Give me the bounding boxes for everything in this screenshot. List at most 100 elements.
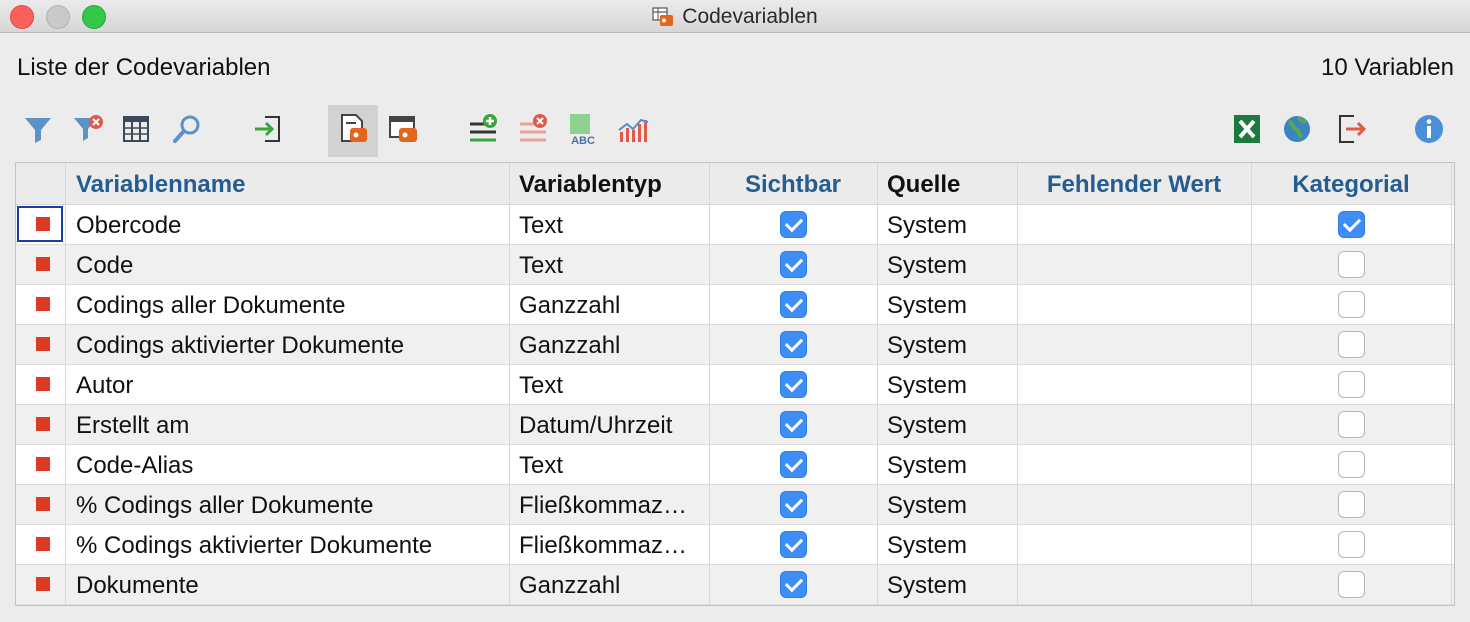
column-header-kategorial[interactable]: Kategorial <box>1251 163 1451 205</box>
variable-list-button[interactable] <box>378 105 428 157</box>
table-row[interactable]: Code Text System <box>16 245 1454 285</box>
source-cell: System <box>887 492 968 519</box>
table-row[interactable]: Codings aller Dokumente Ganzzahl System <box>16 285 1454 325</box>
column-divider <box>877 163 878 605</box>
column-divider <box>509 163 510 605</box>
column-header-variablentyp[interactable]: Variablentyp <box>519 163 709 205</box>
variables-table: Variablenname Variablentyp Sichtbar Quelle F… <box>15 162 1455 606</box>
categorical-checkbox[interactable] <box>1338 211 1365 238</box>
code-variables-button[interactable] <box>328 105 378 157</box>
column-divider <box>1251 163 1252 605</box>
table-row[interactable]: Code-Alias Text System <box>16 445 1454 485</box>
window-title: Codevariablen <box>682 4 818 28</box>
code-variables-icon <box>336 112 370 151</box>
missing-value-cell[interactable] <box>1027 245 1247 285</box>
missing-value-cell[interactable] <box>1027 565 1247 605</box>
missing-value-cell[interactable] <box>1027 525 1247 565</box>
table-row[interactable]: % Codings aller Dokumente Fließkommaz… Sys… <box>16 485 1454 525</box>
categorical-checkbox[interactable] <box>1338 371 1365 398</box>
code-marker-icon <box>36 577 50 591</box>
variable-type-cell: Ganzzahl <box>519 332 621 359</box>
missing-value-cell[interactable] <box>1027 445 1247 485</box>
categorical-checkbox[interactable] <box>1338 491 1365 518</box>
visible-checkbox[interactable] <box>780 451 807 478</box>
column-header-sichtbar[interactable]: Sichtbar <box>709 163 877 205</box>
remove-filter-button[interactable] <box>63 105 113 157</box>
rename-variable-button[interactable]: ABC <box>558 105 608 157</box>
variable-type-cell: Text <box>519 372 564 399</box>
source-cell: System <box>887 212 968 239</box>
variable-name-cell: Autor <box>76 372 134 399</box>
visible-checkbox[interactable] <box>780 491 807 518</box>
variable-type-cell: Fließkommaz… <box>519 492 688 519</box>
categorical-checkbox[interactable] <box>1338 571 1365 598</box>
rename-variable-icon: ABC <box>566 112 600 151</box>
import-icon <box>251 112 285 151</box>
visible-checkbox[interactable] <box>780 291 807 318</box>
filter-icon <box>21 112 55 151</box>
visible-checkbox[interactable] <box>780 411 807 438</box>
source-cell: System <box>887 412 968 439</box>
export-icon <box>1334 112 1368 151</box>
table-row[interactable]: Autor Text System <box>16 365 1454 405</box>
search-button[interactable] <box>162 105 212 157</box>
missing-value-cell[interactable] <box>1027 365 1247 405</box>
visible-checkbox[interactable] <box>780 331 807 358</box>
categorical-checkbox[interactable] <box>1338 451 1365 478</box>
table-row[interactable]: Erstellt am Datum/Uhrzeit System <box>16 405 1454 445</box>
table-row[interactable]: Codings aktivierter Dokumente Ganzzahl Sys… <box>16 325 1454 365</box>
column-header-fehlender-wert[interactable]: Fehlender Wert <box>1017 163 1251 205</box>
categorical-checkbox[interactable] <box>1338 411 1365 438</box>
missing-value-cell[interactable] <box>1027 485 1247 525</box>
missing-value-cell[interactable] <box>1027 325 1247 365</box>
svg-text:ABC: ABC <box>571 135 595 146</box>
missing-value-cell[interactable] <box>1027 285 1247 325</box>
columns-icon <box>119 112 153 151</box>
table-row[interactable]: % Codings aktivierter Dokumente Fließkomm… <box>16 525 1454 565</box>
info-button[interactable] <box>1404 105 1454 157</box>
visible-checkbox[interactable] <box>780 211 807 238</box>
visible-checkbox[interactable] <box>780 251 807 278</box>
table-row[interactable]: Dokumente Ganzzahl System <box>16 565 1454 605</box>
variable-name-cell: Obercode <box>76 212 182 239</box>
visible-checkbox[interactable] <box>780 531 807 558</box>
statistics-icon <box>616 112 650 151</box>
window-title-area: Codevariablen <box>0 0 1470 33</box>
source-cell: System <box>887 452 968 479</box>
table-row[interactable]: Obercode Text System <box>16 205 1454 245</box>
row-selection-indicator <box>17 206 63 242</box>
column-header-variablenname[interactable]: Variablenname <box>76 163 509 205</box>
visible-checkbox[interactable] <box>780 571 807 598</box>
variable-type-cell: Text <box>519 452 564 479</box>
export-button[interactable] <box>1326 105 1376 157</box>
toolbar: ABC <box>0 105 1470 157</box>
list-label: Liste der Codevariablen <box>17 54 271 81</box>
variable-type-cell: Text <box>519 252 564 279</box>
statistics-button[interactable] <box>608 105 658 157</box>
variable-list-icon <box>386 112 420 151</box>
column-header-quelle[interactable]: Quelle <box>887 163 1017 205</box>
import-button[interactable] <box>243 105 293 157</box>
excel-export-button[interactable] <box>1222 105 1272 157</box>
code-marker-icon <box>36 497 50 511</box>
missing-value-cell[interactable] <box>1027 205 1247 245</box>
missing-value-cell[interactable] <box>1027 405 1247 445</box>
code-marker-icon <box>36 417 50 431</box>
search-icon <box>170 112 204 151</box>
code-marker-icon <box>36 377 50 391</box>
visible-checkbox[interactable] <box>780 371 807 398</box>
delete-variable-button[interactable] <box>508 105 558 157</box>
categorical-checkbox[interactable] <box>1338 291 1365 318</box>
categorical-checkbox[interactable] <box>1338 331 1365 358</box>
add-variable-button[interactable] <box>458 105 508 157</box>
variable-type-cell: Ganzzahl <box>519 292 621 319</box>
columns-button[interactable] <box>111 105 161 157</box>
web-export-button[interactable] <box>1272 105 1322 157</box>
variable-name-cell: Code <box>76 252 134 279</box>
categorical-checkbox[interactable] <box>1338 251 1365 278</box>
variable-type-cell: Datum/Uhrzeit <box>519 412 673 439</box>
filter-button[interactable] <box>13 105 63 157</box>
column-divider <box>709 163 710 605</box>
categorical-checkbox[interactable] <box>1338 531 1365 558</box>
add-variable-icon <box>466 112 500 151</box>
